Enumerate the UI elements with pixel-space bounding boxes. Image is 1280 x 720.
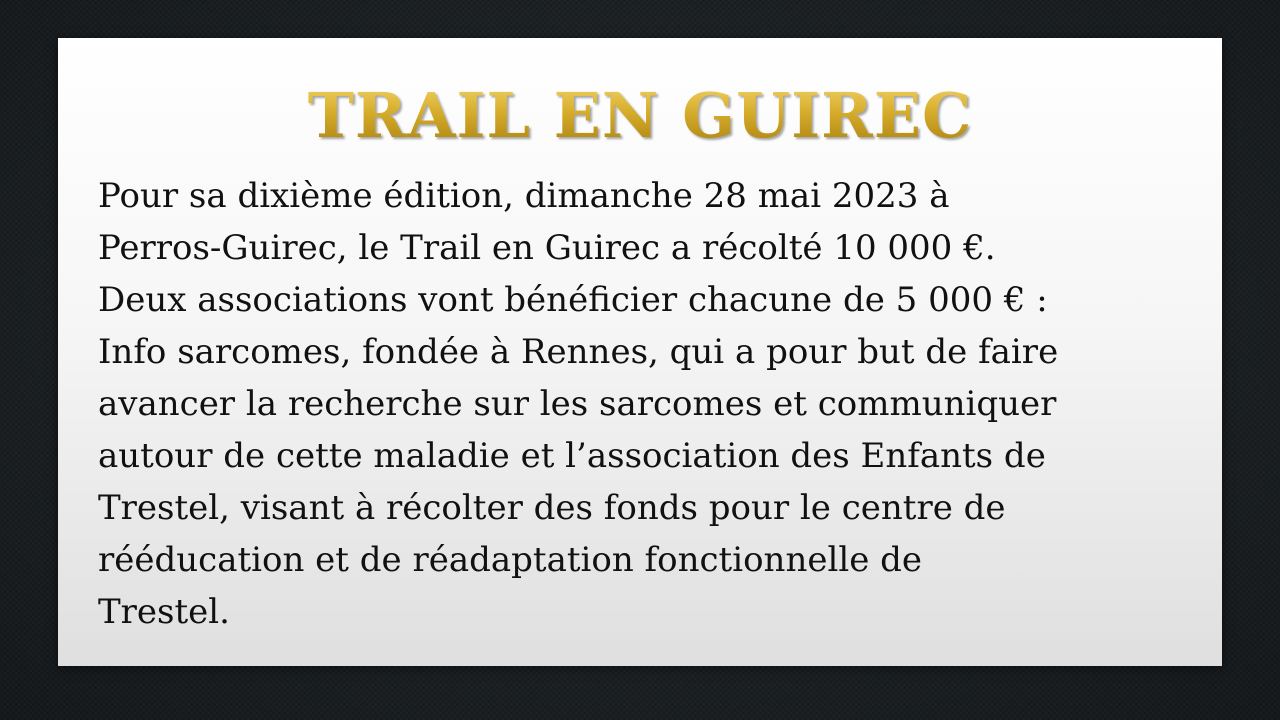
slide-body: Pour sa dixième édition, dimanche 28 mai… [98, 170, 1198, 638]
body-line: Perros-Guirec, le Trail en Guirec a réco… [98, 228, 996, 268]
slide-card: TRAIL EN GUIREC Pour sa dixième édition,… [58, 38, 1222, 666]
body-line: rééducation et de réadaptation fonctionn… [98, 540, 923, 580]
body-line: Deux associations vont bénéficier chacun… [98, 280, 1048, 320]
body-line: autour de cette maladie et l’association… [98, 436, 1046, 476]
body-line: Info sarcomes, fondée à Rennes, qui a po… [98, 332, 1059, 372]
body-line: Pour sa dixième édition, dimanche 28 mai… [98, 176, 950, 216]
body-line: Trestel, visant à récolter des fonds pou… [98, 488, 1006, 528]
body-line: avancer la recherche sur les sarcomes et… [98, 384, 1057, 424]
slide-title: TRAIL EN GUIREC [58, 80, 1222, 152]
body-line: Trestel. [98, 592, 230, 632]
